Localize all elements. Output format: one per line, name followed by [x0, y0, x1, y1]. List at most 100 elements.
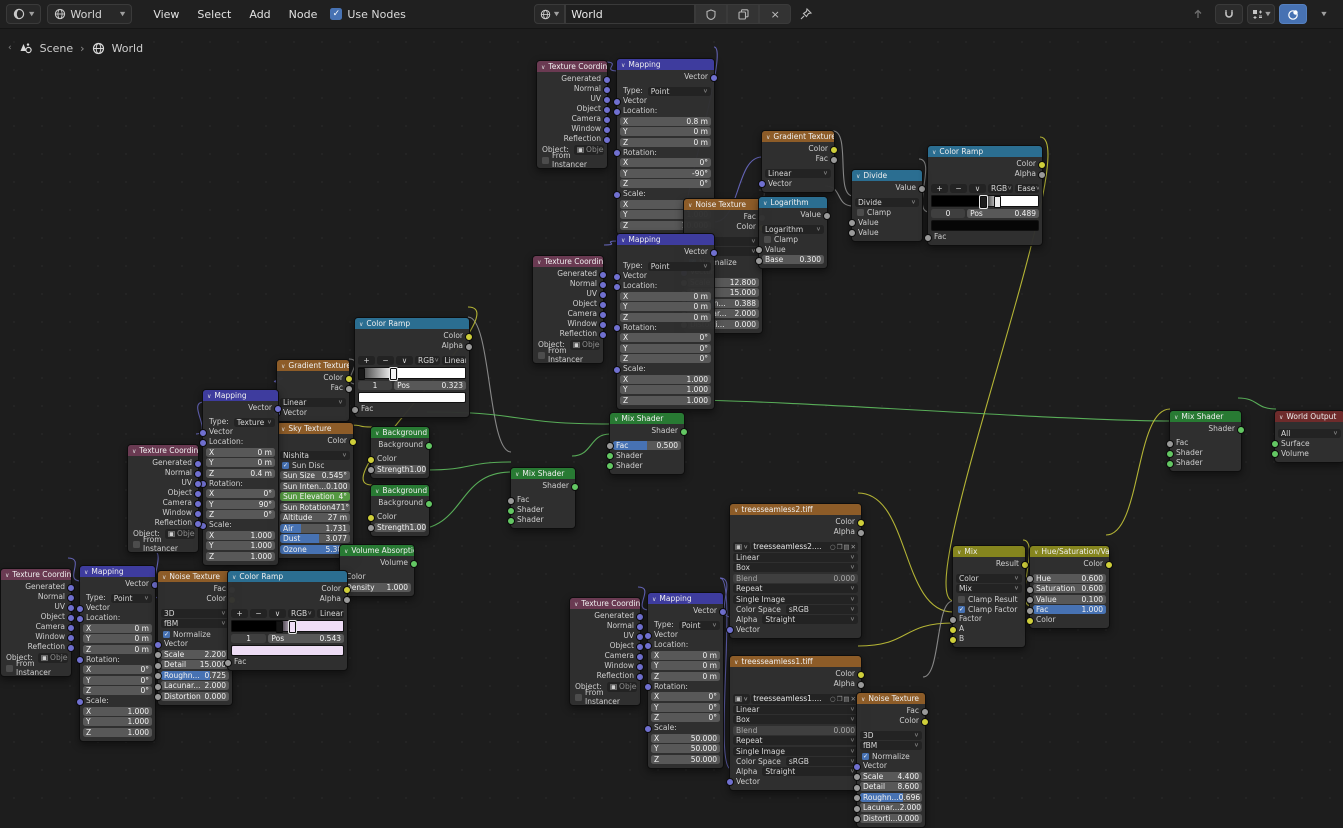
object-field[interactable]: ▣Object✐: [38, 653, 68, 663]
node-noise-texture-2[interactable]: ∨Noise TextureFacColor3D∨fBM∨✓NormalizeV…: [157, 570, 233, 706]
divide-dropdown[interactable]: Divide∨: [855, 198, 919, 207]
collapse-caret-icon[interactable]: ∨: [861, 696, 865, 703]
stop-index-field[interactable]: 1: [358, 381, 392, 390]
node-header[interactable]: ∨Texture Coordinate: [533, 256, 603, 267]
color-socket[interactable]: [830, 146, 838, 154]
fake-user-button[interactable]: [695, 4, 727, 24]
generated-socket[interactable]: [194, 460, 202, 468]
sun-disc-checkbox[interactable]: ✓: [282, 462, 289, 469]
x-field[interactable]: X0 m: [83, 624, 152, 633]
y-field[interactable]: Y90°: [206, 500, 275, 509]
node-header[interactable]: ∨Hue/Saturation/Value: [1030, 546, 1109, 557]
color-socket[interactable]: [343, 586, 351, 594]
collapse-caret-icon[interactable]: ∨: [1279, 414, 1283, 421]
distorti--field[interactable]: Distorti...0.000: [860, 814, 922, 823]
collapse-caret-icon[interactable]: ∨: [537, 259, 541, 266]
fac-socket[interactable]: [830, 156, 838, 164]
b-socket[interactable]: [949, 636, 957, 644]
fac-field[interactable]: Fac1.000: [1033, 605, 1106, 614]
base-socket[interactable]: [755, 257, 763, 265]
object-field[interactable]: ▣Object✐: [570, 340, 600, 350]
node-mix-shader-3[interactable]: ∨Mix ShaderShaderFacShaderShader: [1169, 410, 1242, 472]
color-swatch[interactable]: [358, 392, 466, 403]
normal-socket[interactable]: [603, 86, 611, 94]
air-field[interactable]: Air1.731: [280, 524, 350, 533]
y-field[interactable]: Y0 m: [206, 458, 275, 467]
color-socket[interactable]: [921, 718, 929, 726]
y-field[interactable]: Y1.000: [206, 541, 275, 550]
id-name-field[interactable]: World: [565, 4, 695, 24]
vector-socket[interactable]: [199, 429, 207, 437]
generated-socket[interactable]: [636, 613, 644, 621]
snap-magnet-icon[interactable]: [1215, 4, 1243, 24]
node-color-ramp-1[interactable]: ∨Color RampColorAlpha+−∨RGB∨Ease∨0Pos0.4…: [927, 145, 1043, 246]
ramp-menu-button[interactable]: ∨: [269, 609, 286, 618]
color-ramp-gradient[interactable]: [231, 620, 344, 632]
x-field[interactable]: X0°: [83, 665, 152, 674]
color-socket[interactable]: [345, 375, 353, 383]
blend-field[interactable]: Blend0.000: [733, 726, 858, 735]
ramp-handle[interactable]: [390, 368, 397, 380]
color-mode-dropdown[interactable]: RGB∨: [288, 609, 315, 618]
x-field[interactable]: X0°: [206, 489, 275, 498]
node-world-output-1[interactable]: ∨World OutputAll∨SurfaceVolume: [1274, 410, 1343, 463]
normalize-checkbox[interactable]: ✓: [862, 753, 869, 760]
pin-icon[interactable]: [799, 7, 813, 21]
collapse-caret-icon[interactable]: ∨: [1034, 549, 1038, 556]
uv-socket[interactable]: [603, 96, 611, 104]
node-header[interactable]: ∨Mapping: [617, 59, 714, 70]
node-mix-1[interactable]: ∨MixResultColor∨Mix∨Clamp Result✓Clamp F…: [952, 545, 1026, 648]
node-header[interactable]: ∨treesseamless1.tiff: [730, 656, 861, 667]
z-field[interactable]: Z0°: [83, 686, 152, 695]
straight-dropdown[interactable]: Straight∨: [762, 767, 858, 776]
node-header[interactable]: ∨Texture Coordinate: [1, 569, 71, 580]
node-mapping-4[interactable]: ∨MappingVectorType:Point∨VectorLocation:…: [79, 565, 156, 742]
z-field[interactable]: Z0°: [620, 179, 711, 188]
z-field[interactable]: Z1.000: [620, 396, 711, 405]
node-header[interactable]: ∨Noise Texture: [857, 693, 925, 704]
y-field[interactable]: Y-90°: [620, 169, 711, 178]
collapse-caret-icon[interactable]: ∨: [932, 149, 936, 156]
uv-socket[interactable]: [194, 480, 202, 488]
parent-tree-arrow-icon[interactable]: [1185, 5, 1211, 23]
z-field[interactable]: Z0 m: [83, 645, 152, 654]
repeat-dropdown[interactable]: Repeat∨: [733, 584, 858, 593]
image-name-field[interactable]: treesseamless2....○❐▤✕: [751, 542, 858, 552]
3d-dropdown[interactable]: 3D∨: [161, 609, 229, 618]
fac-socket[interactable]: [924, 234, 932, 242]
node-header[interactable]: ∨Gradient Texture: [762, 131, 834, 142]
lacunar--field[interactable]: Lacunar...2.000: [161, 681, 229, 690]
collapse-caret-icon[interactable]: ∨: [1174, 414, 1178, 421]
object-socket[interactable]: [636, 643, 644, 651]
generated-socket[interactable]: [67, 584, 75, 592]
interpolation-dropdown[interactable]: Linear∨: [317, 609, 344, 618]
collapse-caret-icon[interactable]: ∨: [84, 569, 88, 576]
collapse-caret-icon[interactable]: ∨: [734, 507, 738, 514]
node-color-ramp-3[interactable]: ∨Color RampColorAlpha+−∨RGB∨Linear∨1Pos0…: [227, 570, 348, 671]
node-logarithm-1[interactable]: ∨LogarithmValueLogarithm∨ClampValueBase0…: [758, 196, 828, 269]
rotation--socket[interactable]: [644, 683, 652, 691]
strength-socket[interactable]: [367, 524, 375, 532]
vector-socket[interactable]: [726, 778, 734, 786]
reflection-socket[interactable]: [603, 136, 611, 144]
reflection-socket[interactable]: [599, 331, 607, 339]
value-socket[interactable]: [848, 219, 856, 227]
node-header[interactable]: ∨Color Ramp: [928, 146, 1042, 157]
node-mapping-5[interactable]: ∨MappingVectorType:Point∨VectorLocation:…: [647, 592, 724, 769]
uv-socket[interactable]: [599, 291, 607, 299]
y-field[interactable]: Y0°: [651, 703, 720, 712]
distortion-field[interactable]: Distortion0.000: [161, 692, 229, 701]
y-field[interactable]: Y50.000: [651, 744, 720, 753]
color-socket[interactable]: [857, 519, 865, 527]
sun-elevation-field[interactable]: Sun Elevation4°: [280, 492, 350, 501]
collapse-caret-icon[interactable]: ∨: [5, 572, 9, 579]
collapse-caret-icon[interactable]: ∨: [621, 237, 625, 244]
vector-socket[interactable]: [644, 632, 652, 640]
collapse-caret-icon[interactable]: ∨: [614, 416, 618, 423]
y-field[interactable]: Y0 m: [620, 302, 711, 311]
add-stop-button[interactable]: +: [231, 609, 248, 618]
shader-socket[interactable]: [606, 452, 614, 460]
collapse-caret-icon[interactable]: ∨: [688, 202, 692, 209]
collapse-caret-icon[interactable]: ∨: [232, 574, 236, 581]
x-field[interactable]: X50.000: [651, 734, 720, 743]
